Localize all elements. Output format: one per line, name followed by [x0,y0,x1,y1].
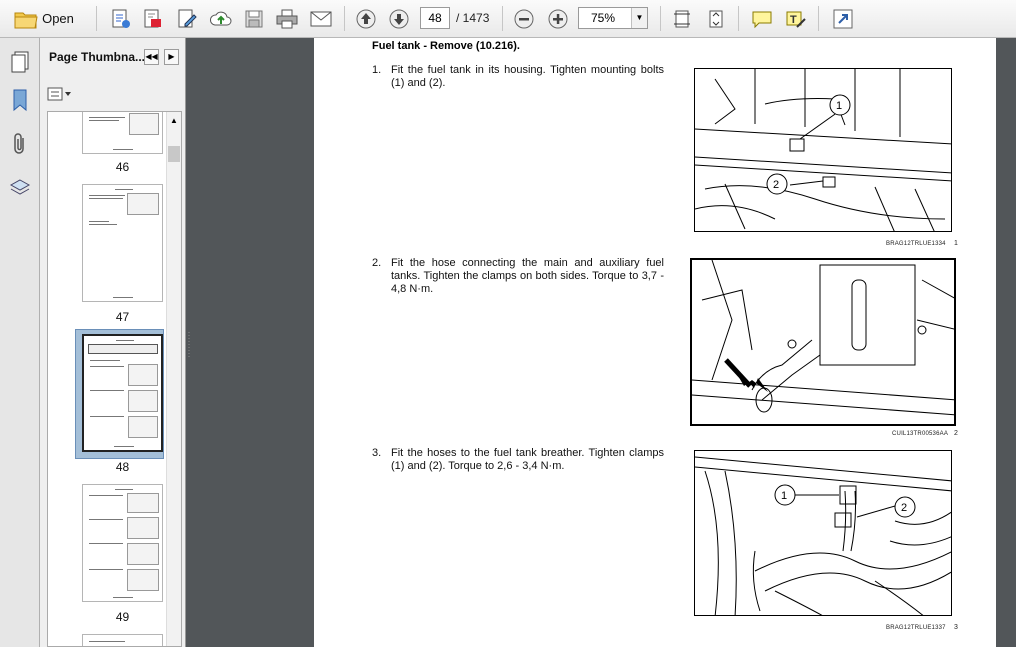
figure-caption: BRAG12TRLUE1337 [886,625,946,631]
print-button[interactable] [272,5,302,32]
collapse-panel-button[interactable]: ◀◀ [144,49,159,65]
thumbnail-page-number: 49 [115,610,130,624]
callout-2: 2 [901,502,907,514]
figure-number: 1 [954,240,958,247]
layers-icon[interactable] [6,174,34,202]
thumbnail-page-number: 47 [115,310,130,324]
upload-button[interactable] [206,5,236,32]
separator [344,6,345,31]
zoom-value: 75% [591,11,616,25]
separator [818,6,819,31]
edit-pdf-icon [178,9,197,27]
create-pdf-icon [112,9,130,28]
expand-button[interactable] [828,5,858,32]
figure-number: 2 [954,430,958,437]
cloud-upload-icon [209,11,232,25]
page-total-label: / 1473 [456,11,490,25]
figure-caption: BRAG12TRLUE1334 [886,241,946,247]
envelope-icon [310,11,332,26]
thumbnail-page[interactable] [82,634,163,646]
step-number: 1. [372,64,382,76]
separator [660,6,661,31]
separator [96,6,97,31]
save-button[interactable] [240,5,268,32]
navigation-rail [0,38,40,647]
step-1: 1. Fit the fuel tank in its housing. Tig… [372,64,664,90]
paperclip-icon[interactable] [6,130,34,158]
list-options-icon [47,87,71,101]
plus-circle-icon [548,9,568,28]
panel-menu-button[interactable]: ▶ [164,49,179,65]
zoom-select[interactable]: 75% ▼ [578,7,648,29]
bookmark-icon[interactable] [6,86,34,114]
export-pdf-button[interactable] [138,5,168,32]
thumbnail-options-button[interactable] [47,85,73,103]
panel-splitter[interactable] [187,330,191,360]
step-2: 2. Fit the hose connecting the main and … [372,257,664,296]
chevron-down-icon[interactable]: ▼ [631,8,647,28]
figure-breather-hoses: 1 2 [694,450,952,616]
zoom-out-button[interactable] [510,5,538,32]
scroll-up-icon[interactable]: ▲ [167,116,181,128]
pdf-page: Fuel tank - Remove (10.216). 1. Fit the … [314,38,996,647]
highlight-text-icon: T [786,11,806,28]
page-thumbnails-icon[interactable] [6,48,34,76]
create-pdf-button[interactable] [106,5,136,32]
thumbnail-page-number: 46 [115,160,130,174]
fit-width-icon [709,10,723,27]
minus-circle-icon [514,9,534,28]
save-icon [245,10,263,27]
highlight-button[interactable]: T [782,5,810,32]
edit-pdf-button[interactable] [172,5,202,32]
arrow-up-circle-icon [356,9,376,28]
thumbnail-page[interactable] [82,184,163,302]
scrollbar-thumb[interactable] [168,146,180,162]
export-pdf-icon [144,9,161,27]
thumbnail-page-selected[interactable] [82,334,163,452]
step-number: 2. [372,257,382,269]
step-3: 3. Fit the hoses to the fuel tank breath… [372,447,664,473]
thumbnail-page[interactable] [82,484,163,602]
document-view[interactable]: Fuel tank - Remove (10.216). 1. Fit the … [187,38,1016,647]
printer-icon [276,9,298,28]
fit-page-button[interactable] [668,5,696,32]
callout-2: 2 [773,179,779,191]
figure-number: 3 [954,624,958,631]
separator [738,6,739,31]
email-button[interactable] [306,5,336,32]
page-number-input[interactable]: 48 [420,7,450,29]
expand-arrows-icon [833,9,853,28]
step-text: Fit the fuel tank in its housing. Tighte… [391,64,664,89]
panel-title: Page Thumbna... [49,50,146,64]
thumbnail-scrollbar[interactable]: ▲ [166,112,181,646]
callout-1: 1 [836,100,842,112]
fit-page-icon [674,10,690,27]
step-text: Fit the hose connecting the main and aux… [391,257,664,295]
speech-bubble-icon [752,11,772,28]
figure-caption: CUIL13TR00536AA [892,431,949,437]
separator [502,6,503,31]
thumbnail-list[interactable]: 46 47 48 49 ▲ [47,111,182,647]
step-number: 3. [372,447,382,459]
folder-icon [14,12,38,28]
next-page-button[interactable] [385,5,413,32]
open-button[interactable]: Open [6,5,82,32]
section-heading: Fuel tank - Remove (10.216). [372,40,520,52]
thumbnail-page-number: 48 [115,460,130,474]
thumbnail-page[interactable] [82,112,163,154]
full-screen-fit-button[interactable] [702,5,730,32]
figure-hose-connection [690,258,956,426]
thumbnails-panel: Page Thumbna... ◀◀ ▶ 46 47 48 49 ▲ [40,38,186,647]
step-text: Fit the hoses to the fuel tank breather.… [391,447,664,472]
arrow-down-circle-icon [389,9,409,28]
comment-button[interactable] [748,5,776,32]
figure-fuel-tank-bolts: 1 2 [694,68,952,232]
open-label: Open [42,11,74,26]
main-toolbar: Open 48 / 1473 75% ▼ T [0,0,1016,38]
zoom-in-button[interactable] [544,5,572,32]
svg-text:T: T [790,14,797,26]
previous-page-button[interactable] [352,5,380,32]
callout-1: 1 [781,490,787,502]
